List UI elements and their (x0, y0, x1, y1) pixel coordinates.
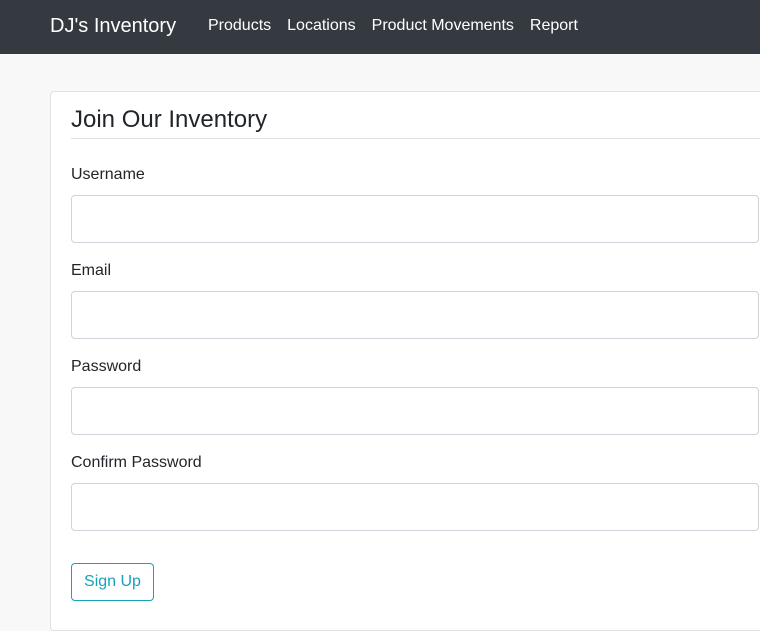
confirm-password-label: Confirm Password (71, 454, 202, 471)
nav-link-locations[interactable]: Locations (279, 15, 364, 37)
username-label: Username (71, 166, 145, 183)
email-label: Email (71, 262, 112, 279)
sign-up-button[interactable]: Sign Up (71, 563, 154, 601)
nav-link-report[interactable]: Report (522, 15, 586, 37)
brand-link[interactable]: DJ's Inventory (50, 13, 176, 39)
form-title: Join Our Inventory (71, 105, 760, 139)
password-input[interactable] (71, 387, 759, 435)
nav-links: Products Locations Product Movements Rep… (200, 15, 586, 37)
nav-link-products[interactable]: Products (200, 15, 279, 37)
confirm-password-input[interactable] (71, 483, 759, 531)
password-label: Password (71, 358, 142, 375)
nav-link-product-movements[interactable]: Product Movements (364, 15, 522, 37)
username-input[interactable] (71, 195, 759, 243)
email-input[interactable] (71, 291, 759, 339)
signup-form-card: Join Our Inventory Username Email Passwo… (50, 91, 760, 631)
top-navbar: DJ's Inventory Products Locations Produc… (0, 0, 760, 54)
